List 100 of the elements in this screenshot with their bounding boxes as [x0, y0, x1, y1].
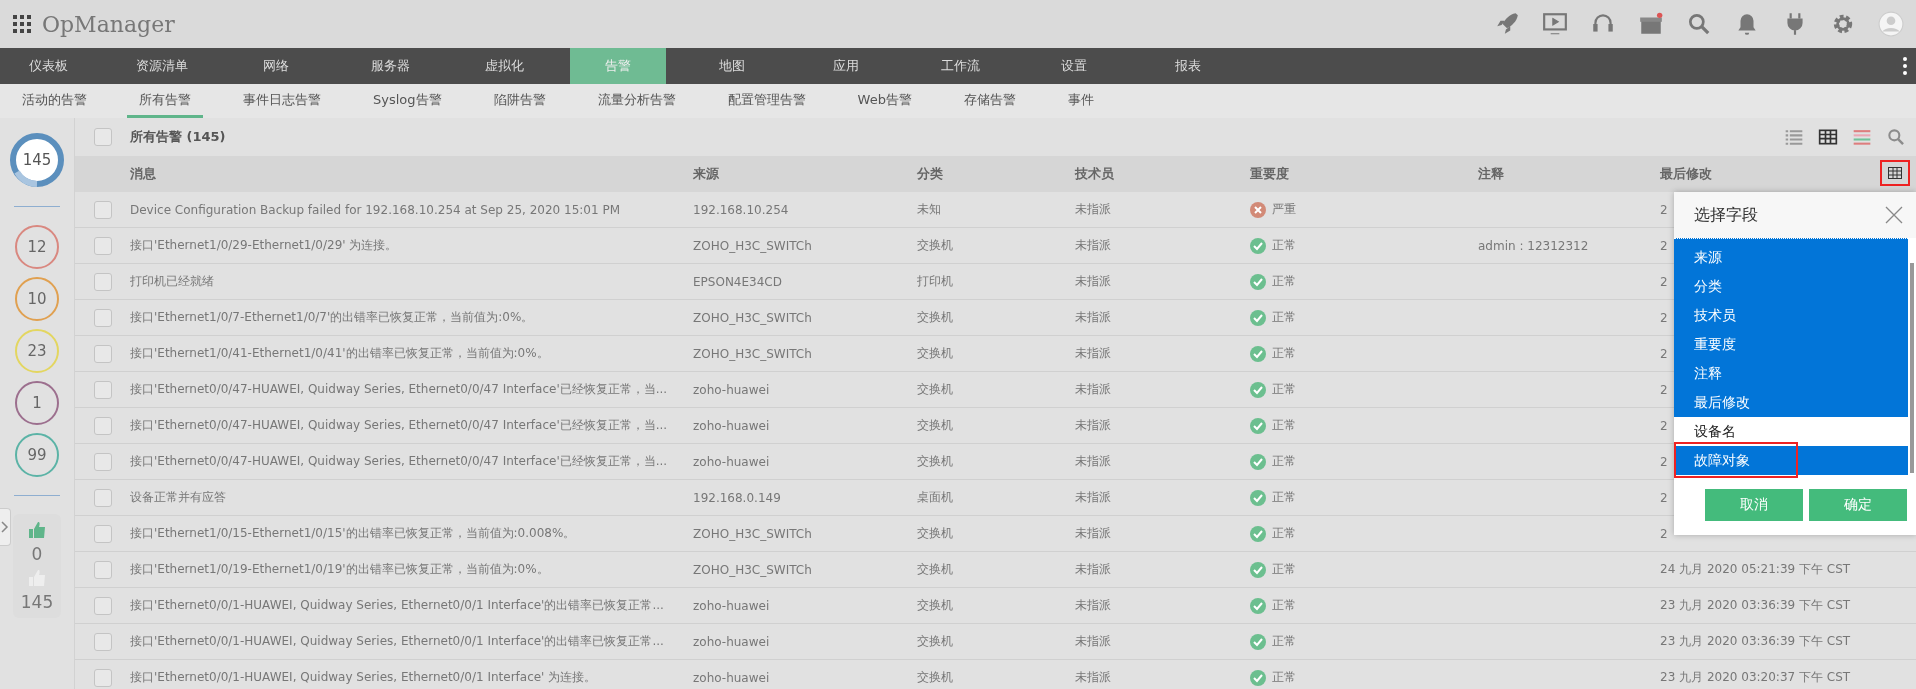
- more-icon[interactable]: [1902, 56, 1908, 76]
- category-cell-text: 交换机: [917, 417, 954, 434]
- dialog-button[interactable]: 取消: [1705, 489, 1803, 521]
- category-cell-text: 交换机: [917, 237, 954, 254]
- message-cell-text: 接口'Ethernet1/0/15-Ethernet1/0/15'的出错率已恢复正常，当前值为:0.008%。: [130, 525, 577, 542]
- checkbox[interactable]: [93, 344, 112, 363]
- sub-tab[interactable]: 事件: [1055, 84, 1106, 118]
- sub-tab[interactable]: 存储告警: [951, 84, 1028, 118]
- severity-count[interactable]: 10: [15, 277, 59, 321]
- checkbox[interactable]: [93, 596, 112, 615]
- nav-tab[interactable]: 仪表板: [0, 48, 96, 84]
- colored-list-icon[interactable]: [1852, 127, 1872, 147]
- donut-chart[interactable]: [9, 132, 65, 188]
- list-view-icon[interactable]: [1784, 127, 1804, 147]
- nav-tab[interactable]: 工作流: [912, 48, 1008, 84]
- gift-icon[interactable]: [1638, 11, 1664, 37]
- field-option[interactable]: 设备名: [1674, 417, 1908, 446]
- check-icon: [1250, 669, 1266, 686]
- last-modified-cell: 23 九月 2020 03:36:39 下午 CST: [1660, 597, 1851, 614]
- category-cell-text: 交换机: [917, 669, 954, 686]
- severity-label: 严重: [1272, 201, 1296, 218]
- category-cell-text: 未知: [917, 201, 942, 218]
- technician-cell-text: 未指派: [1075, 489, 1112, 506]
- checkbox[interactable]: [93, 632, 112, 651]
- sub-tab[interactable]: 所有告警: [127, 84, 203, 118]
- checkbox[interactable]: [93, 236, 112, 255]
- source-cell-text: zoho-huawei: [693, 633, 771, 651]
- technician-cell-text: 未指派: [1075, 417, 1112, 434]
- checkbox[interactable]: [93, 488, 112, 507]
- thumbs-up-icon: [27, 520, 47, 540]
- message-cell-text: 接口'Ethernet0/0/47-HUAWEI, Quidway Series, Ethernet0/0/47 Interface'已经恢复正常，当...: [130, 417, 669, 434]
- checkbox[interactable]: [93, 452, 112, 471]
- checkbox[interactable]: [93, 524, 112, 543]
- nav-tab[interactable]: 虚拟化: [456, 48, 552, 84]
- category-cell-text: 交换机: [917, 525, 954, 542]
- column-chooser-button[interactable]: [1880, 160, 1910, 186]
- column-header[interactable]: 最后修改: [1660, 165, 1712, 183]
- checkbox[interactable]: [93, 380, 112, 399]
- category-cell-text: 交换机: [917, 345, 954, 362]
- monitor-icon[interactable]: [1542, 11, 1568, 37]
- severity-count[interactable]: 1: [15, 381, 59, 425]
- notes-cell: admin : 12312312: [1478, 238, 1589, 253]
- search-icon[interactable]: [1886, 127, 1906, 147]
- severity-label: 正常: [1272, 345, 1296, 362]
- sub-tab[interactable]: 配置管理告警: [715, 84, 818, 118]
- sub-tab[interactable]: 活动的告警: [10, 84, 99, 118]
- acknowledged-count: 0: [31, 544, 43, 564]
- sub-tab[interactable]: 流量分析告警: [585, 84, 688, 118]
- nav-tab[interactable]: 报表: [1140, 48, 1236, 84]
- severity-count[interactable]: 23: [15, 329, 59, 373]
- severity-label: 正常: [1272, 561, 1296, 578]
- nav-tab[interactable]: 应用: [798, 48, 894, 84]
- severity-count[interactable]: 12: [15, 225, 59, 269]
- last-modified-cell: 23 九月 2020 03:20:37 下午 CST: [1660, 669, 1851, 686]
- checkbox[interactable]: [93, 308, 112, 327]
- nav-tab[interactable]: 服务器: [342, 48, 438, 84]
- sub-tab[interactable]: 陷阱告警: [481, 84, 558, 118]
- checkbox[interactable]: [93, 668, 112, 687]
- sub-tab[interactable]: Syslog告警: [361, 84, 454, 118]
- last-modified-cell: 2: [1660, 526, 1668, 541]
- category-cell-text: 交换机: [917, 309, 954, 326]
- column-header[interactable]: 消息: [130, 165, 156, 183]
- avatar-icon[interactable]: [1878, 11, 1904, 37]
- check-icon: [1250, 633, 1266, 650]
- columns-icon: [1888, 167, 1902, 179]
- column-header[interactable]: 重要度: [1250, 165, 1289, 183]
- column-header[interactable]: 注释: [1478, 165, 1504, 183]
- nav-tab[interactable]: 网络: [228, 48, 324, 84]
- last-modified-cell: 2: [1660, 346, 1668, 361]
- nav-tab[interactable]: 地图: [684, 48, 780, 84]
- checkbox[interactable]: [93, 200, 112, 219]
- message-cell-text: 接口'Ethernet0/0/1-HUAWEI, Quidway Series, Ethernet0/0/1 Interface' 为连接。: [130, 669, 598, 686]
- search-icon[interactable]: [1686, 11, 1712, 37]
- grid-view-icon[interactable]: [1818, 127, 1838, 147]
- column-header[interactable]: 分类: [917, 165, 943, 183]
- checkbox[interactable]: [93, 272, 112, 291]
- close-icon[interactable]: [1884, 205, 1904, 225]
- technician-cell-text: 未指派: [1075, 525, 1112, 542]
- apps-grid-icon[interactable]: [12, 14, 32, 34]
- sub-tab[interactable]: 事件日志告警: [231, 84, 333, 118]
- check-icon: [1250, 525, 1266, 542]
- technician-cell-text: 未指派: [1075, 633, 1112, 650]
- message-cell-text: 接口'Ethernet1/0/7-Ethernet1/0/7'的出错率已恢复正常，当前值为:0%。: [130, 309, 535, 326]
- nav-tab[interactable]: 设置: [1026, 48, 1122, 84]
- severity-count[interactable]: 99: [15, 433, 59, 477]
- checkbox[interactable]: [93, 560, 112, 579]
- last-modified-cell: 23 九月 2020 03:36:39 下午 CST: [1660, 633, 1851, 650]
- message-cell-text: 接口'Ethernet1/0/41-Ethernet1/0/41'的出错率已恢复正常，当前值为:0%。: [130, 345, 550, 362]
- sub-tab[interactable]: Web告警: [845, 84, 924, 118]
- nav-tab[interactable]: 资源清单: [114, 48, 210, 84]
- column-header[interactable]: 来源: [693, 165, 719, 183]
- dialog-button[interactable]: 确定: [1809, 489, 1907, 521]
- message-cell-text: Device Configuration Backup failed for 192.168.10.254 at Sep 25, 2020 15:01 PM: [130, 201, 621, 219]
- column-header[interactable]: 技术员: [1075, 165, 1114, 183]
- checkbox[interactable]: [93, 128, 112, 146]
- expand-icon[interactable]: [0, 508, 11, 546]
- app-title: OpManager: [42, 11, 175, 37]
- checkbox[interactable]: [93, 416, 112, 435]
- error-icon: [1250, 201, 1266, 218]
- technician-cell-text: 未指派: [1075, 201, 1112, 218]
